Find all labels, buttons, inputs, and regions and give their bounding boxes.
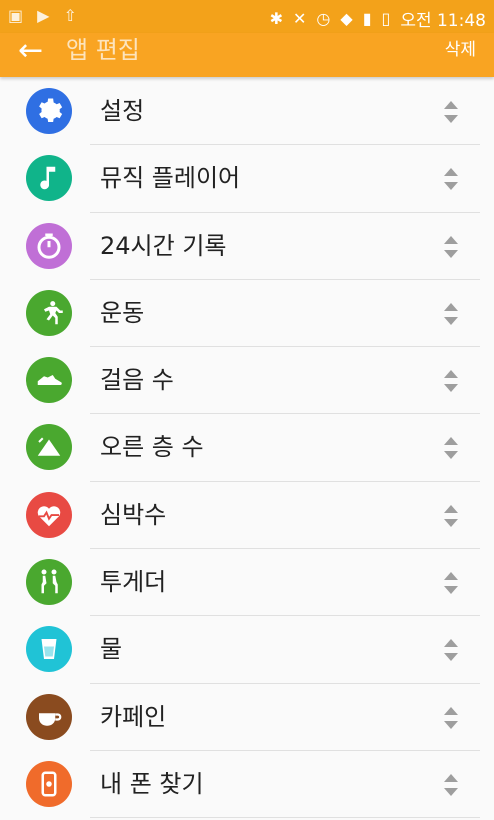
status-left-icons: ▣ ▶ ⇧ [8,6,77,25]
list-item-label: 카페인 [100,702,167,731]
play-icon: ▶ [37,6,50,25]
list-item-label: 투게더 [100,568,167,597]
running-icon [26,289,72,336]
heart-icon [26,491,72,538]
reorder-handle-icon[interactable] [442,773,458,797]
delete-button[interactable]: 삭제 [445,33,476,67]
list-item[interactable]: 설정 [0,78,494,146]
reorder-handle-icon[interactable] [442,100,458,124]
list-item-label: 뮤직 플레이어 [100,164,241,193]
alarm-icon: ◷ [316,9,331,28]
list-item[interactable]: 걸음 수 [0,347,494,415]
reorder-handle-icon[interactable] [442,504,458,528]
timer-icon [26,222,72,269]
divider [90,817,480,819]
list-item-label: 걸음 수 [100,366,174,395]
walking-people-icon [26,559,72,606]
coffee-cup-icon [26,693,72,740]
status-right-icons: ✱ ✕ ◷ ◆ ▮ ▯ 오전 11:48 [270,6,486,31]
list-item[interactable]: 내 폰 찾기 [0,751,494,819]
mountain-icon [26,424,72,471]
music-note-icon [26,155,72,202]
list-item-label: 내 폰 찾기 [100,769,204,798]
list-item-label: 설정 [100,97,145,125]
shoe-icon [26,357,72,404]
list-item-label: 오른 층 수 [100,433,204,462]
app-bar: ← 앱 편집 삭제 [0,33,494,77]
page-title: 앱 편집 [66,36,140,64]
bluetooth-icon: ✱ [269,9,283,28]
wifi-icon: ◆ [340,9,353,28]
reorder-handle-icon[interactable] [442,369,458,393]
list-item[interactable]: 심박수 [0,482,494,550]
list-item[interactable]: 투게더 [0,549,494,617]
list-item[interactable]: 운동 [0,280,494,348]
list-item[interactable]: 카페인 [0,684,494,751]
reorder-handle-icon[interactable] [442,571,458,595]
signal-icon: ▮ [362,9,372,28]
list-item-label: 심박수 [100,500,167,529]
status-bar: ▣ ▶ ⇧ ✱ ✕ ◷ ◆ ▮ ▯ 오전 11:48 [0,0,494,33]
battery-icon: ▯ [381,9,391,28]
phone-icon [26,760,72,807]
reorder-handle-icon[interactable] [442,436,458,460]
status-clock: 오전 11:48 [400,11,486,31]
back-arrow-icon[interactable]: ← [18,31,43,71]
mute-icon: ✕ [293,9,307,28]
list-item-label: 물 [100,635,123,664]
gallery-icon: ▣ [8,6,24,25]
reorder-handle-icon[interactable] [442,706,458,730]
reorder-handle-icon[interactable] [442,167,458,191]
reorder-handle-icon[interactable] [442,638,458,662]
water-cup-icon [26,626,72,673]
gear-icon [26,88,72,134]
list-item[interactable]: 오른 층 수 [0,414,494,482]
list-item[interactable]: 물 [0,616,494,684]
list-item-label: 운동 [100,298,145,327]
list-item[interactable]: 24시간 기록 [0,213,494,280]
app-list: 설정뮤직 플레이어 24시간 기록운동걸음 수오른 층 수심박수투게더물카페인내 … [0,78,494,819]
list-item-label: 24시간 기록 [100,231,227,260]
reorder-handle-icon[interactable] [442,302,458,326]
upload-icon: ⇧ [63,6,77,25]
reorder-handle-icon[interactable] [442,235,458,259]
list-item[interactable]: 뮤직 플레이어 [0,145,494,213]
